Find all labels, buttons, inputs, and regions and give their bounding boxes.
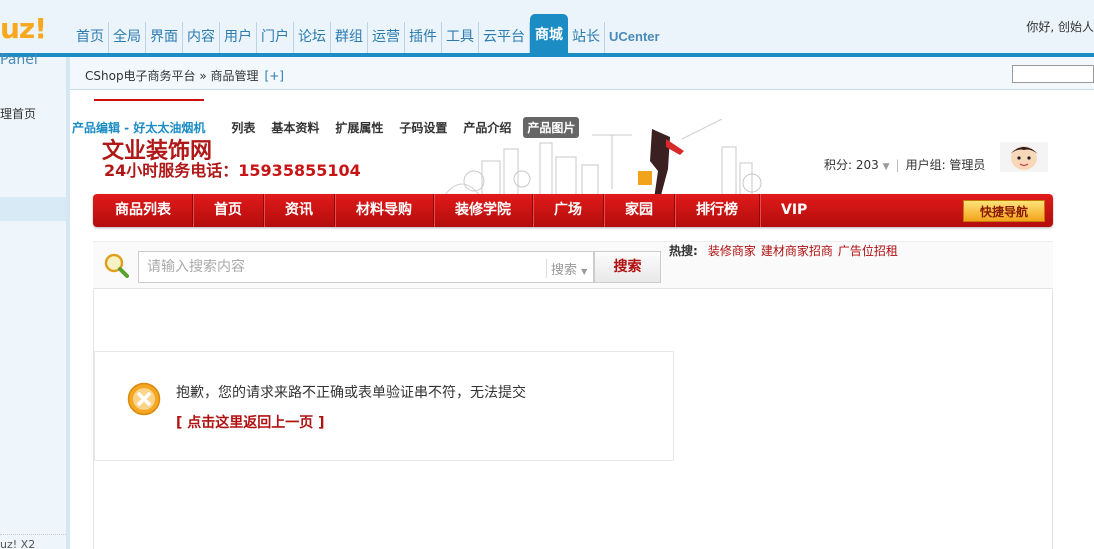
breadcrumb: CShop电子商务平台 » 商品管理 [+] xyxy=(85,67,284,84)
nav-home[interactable]: 首页 xyxy=(72,22,109,53)
hot-link-ad-space[interactable]: 广告位招租 xyxy=(838,244,898,258)
menu-news[interactable]: 资讯 xyxy=(264,194,335,227)
menu-home-space[interactable]: 家园 xyxy=(604,194,675,227)
nav-content[interactable]: 内容 xyxy=(183,22,220,53)
nav-portal[interactable]: 门户 xyxy=(257,22,294,53)
banner-accent-line xyxy=(94,99,204,101)
admin-search-input[interactable] xyxy=(1012,65,1094,83)
top-nav: 首页 全局 界面 内容 用户 门户 论坛 群组 运营 插件 工具 云平台 商城 … xyxy=(72,14,664,53)
logo-subtitle: Panel xyxy=(0,52,38,68)
search-input[interactable] xyxy=(139,252,544,282)
logo: uz! xyxy=(0,12,47,45)
content-frame: 文业装饰网 24小时服务电话：15935855104 积分: 203 ▼ | 用… xyxy=(72,91,1094,549)
site-main-menu: 商品列表 首页 资讯 材料导购 装修学院 广场 家园 排行榜 VIP 快捷导航 xyxy=(93,194,1053,227)
user-greeting: 你好, 创始人 xyxy=(1026,20,1094,34)
menu-home[interactable]: 首页 xyxy=(193,194,264,227)
menu-decoration-academy[interactable]: 装修学院 xyxy=(434,194,533,227)
go-back-link[interactable]: [ 点击这里返回上一页 ] xyxy=(176,412,325,432)
main-content: 抱歉，您的请求来路不正确或表单验证串不符，无法提交 [ 点击这里返回上一页 ] xyxy=(93,290,1053,549)
service-phone: 24小时服务电话：15935855104 xyxy=(104,157,361,181)
tab-basic-info[interactable]: 基本资料 xyxy=(267,117,323,138)
search-icon xyxy=(104,253,129,278)
user-score[interactable]: 积分: 203 xyxy=(824,158,879,172)
sidebar-item-admin-home[interactable]: 理首页 xyxy=(0,105,36,122)
menu-product-list[interactable]: 商品列表 xyxy=(93,194,193,227)
tab-list[interactable]: 列表 xyxy=(227,117,259,138)
tab-sub-code-settings[interactable]: 子码设置 xyxy=(395,117,451,138)
nav-global[interactable]: 全局 xyxy=(109,22,146,53)
menu-vip[interactable]: VIP xyxy=(760,194,828,227)
phone-number: 15935855104 xyxy=(238,161,361,180)
phone-prefix: 24小时服务电话： xyxy=(104,161,239,180)
menu-plaza[interactable]: 广场 xyxy=(533,194,604,227)
breadcrumb-bar: CShop电子商务平台 » 商品管理 [+] xyxy=(70,57,1094,90)
product-edit-title: 产品编辑 - 好太太油烟机 xyxy=(72,120,206,135)
nav-tools[interactable]: 工具 xyxy=(442,22,479,53)
error-message-text: 抱歉，您的请求来路不正确或表单验证串不符，无法提交 xyxy=(176,385,526,401)
search-box: 搜索 ▼ 搜索 xyxy=(138,251,661,283)
hot-searches: 热搜: 装修商家 建材商家招商 广告位招租 xyxy=(669,244,929,258)
error-icon xyxy=(127,382,161,416)
divider: | xyxy=(895,158,900,172)
chevron-down-icon[interactable]: ▼ xyxy=(883,162,890,172)
search-type-label: 搜索 xyxy=(551,263,578,278)
user-status: 积分: 203 ▼ | 用户组: 管理员 xyxy=(824,156,985,173)
admin-header: uz! 首页 全局 界面 内容 用户 门户 论坛 群组 运营 插件 工具 云平台… xyxy=(0,0,1094,57)
nav-cloud[interactable]: 云平台 xyxy=(479,22,530,53)
nav-shop[interactable]: 商城 xyxy=(530,14,568,53)
sidebar: 理首页 uz! X2 xyxy=(0,57,70,549)
sidebar-edge xyxy=(66,57,70,549)
tab-product-images[interactable]: 产品图片 xyxy=(523,116,580,138)
nav-ucenter[interactable]: UCenter xyxy=(605,22,664,53)
sidebar-footer: uz! X2 xyxy=(0,534,66,549)
sidebar-selected-item[interactable] xyxy=(0,197,66,221)
hot-link-decoration-merchants[interactable]: 装修商家 xyxy=(708,244,756,258)
nav-group[interactable]: 群组 xyxy=(331,22,368,53)
nav-style[interactable]: 界面 xyxy=(146,22,183,53)
breadcrumb-text: CShop电子商务平台 » 商品管理 xyxy=(85,69,259,83)
breadcrumb-add-button[interactable]: [+] xyxy=(265,69,284,83)
tab-extended-attributes[interactable]: 扩展属性 xyxy=(331,117,387,138)
search-bar: 搜索 ▼ 搜索 热搜: 装修商家建材商家招商广告位招租 xyxy=(93,241,1053,289)
product-edit-tabs: 产品编辑 - 好太太油烟机 列表 基本资料 扩展属性 子码设置 产品介绍 产品图… xyxy=(72,116,587,138)
search-button[interactable]: 搜索 xyxy=(594,251,661,283)
error-message-box: 抱歉，您的请求来路不正确或表单验证串不符，无法提交 [ 点击这里返回上一页 ] xyxy=(94,351,674,461)
hot-link-material-merchants[interactable]: 建材商家招商 xyxy=(761,244,833,258)
quick-nav-button[interactable]: 快捷导航 xyxy=(963,200,1045,222)
city-skyline-illustration xyxy=(441,118,762,199)
user-group: 用户组: 管理员 xyxy=(905,158,986,172)
nav-forum[interactable]: 论坛 xyxy=(294,22,331,53)
nav-plugin[interactable]: 插件 xyxy=(405,22,442,53)
hot-searches-label: 热搜: xyxy=(669,244,698,258)
nav-operation[interactable]: 运营 xyxy=(368,22,405,53)
nav-webmaster[interactable]: 站长 xyxy=(568,22,605,53)
chevron-down-icon: ▼ xyxy=(581,267,588,276)
menu-material-guide[interactable]: 材料导购 xyxy=(335,194,434,227)
tab-product-intro[interactable]: 产品介绍 xyxy=(459,117,515,138)
nav-user[interactable]: 用户 xyxy=(220,22,257,53)
avatar[interactable] xyxy=(1000,142,1048,172)
site-banner: 文业装饰网 24小时服务电话：15935855104 积分: 203 ▼ | 用… xyxy=(92,99,1052,199)
search-type-select[interactable]: 搜索 ▼ xyxy=(546,259,587,278)
menu-ranking[interactable]: 排行榜 xyxy=(675,194,760,227)
